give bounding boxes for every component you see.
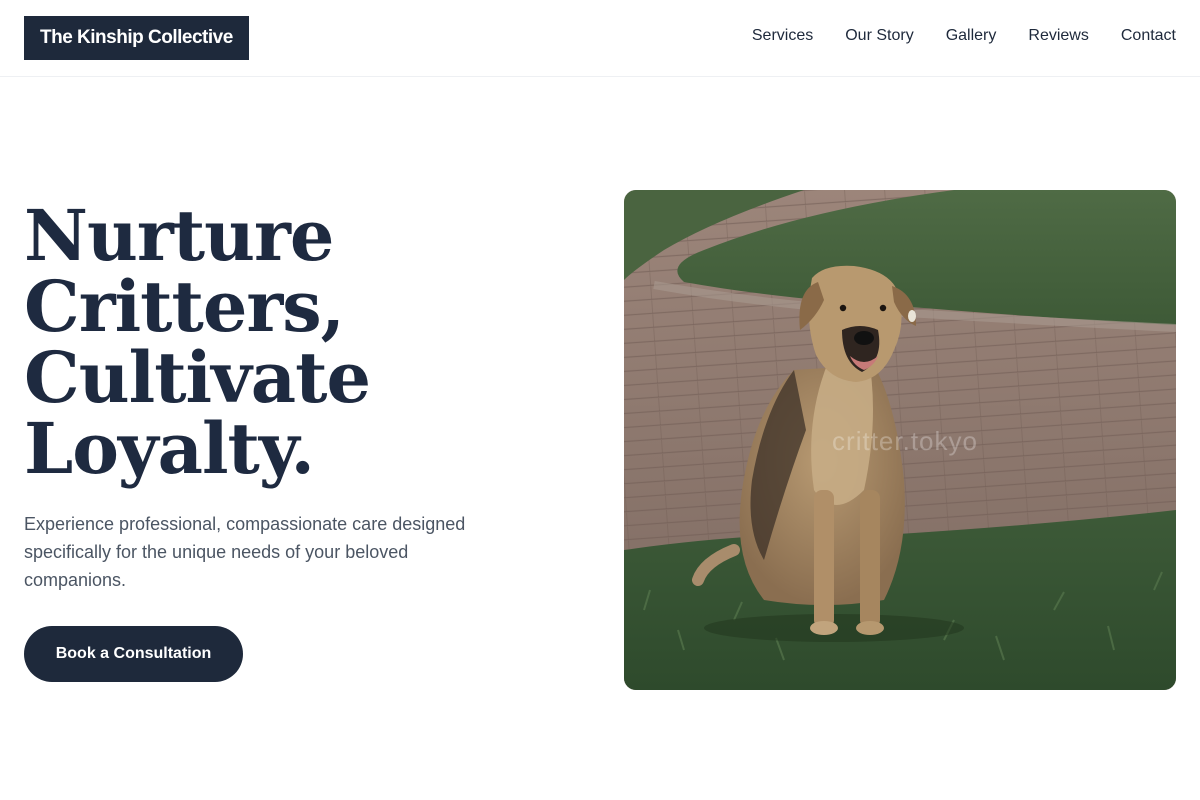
nav-link-our-story[interactable]: Our Story [845, 26, 913, 46]
hero-image: critter.tokyo [624, 190, 1176, 690]
site-header: The Kinship Collective Services Our Stor… [0, 0, 1200, 77]
hero-title-line: Cultivate [24, 336, 371, 419]
nav-link-services[interactable]: Services [752, 26, 813, 46]
hero-title-line: Loyalty. [24, 407, 315, 490]
hero-title: Nurture Critters, Cultivate Loyalty. [24, 200, 584, 484]
hero-title-line: Nurture [24, 194, 334, 277]
hero-title-line: Critters, [24, 265, 345, 348]
hero-subtitle: Experience professional, compassionate c… [24, 514, 466, 590]
main-nav: Services Our Story Gallery Reviews Conta… [752, 26, 1176, 46]
image-watermark: critter.tokyo [832, 426, 978, 456]
brand-logo[interactable]: The Kinship Collective [24, 16, 249, 60]
nav-link-reviews[interactable]: Reviews [1028, 26, 1088, 46]
brand-name: The Kinship Collective [40, 27, 233, 48]
nav-link-contact[interactable]: Contact [1121, 26, 1176, 46]
book-consultation-button[interactable]: Book a Consultation [24, 626, 243, 682]
nav-link-gallery[interactable]: Gallery [946, 26, 997, 46]
